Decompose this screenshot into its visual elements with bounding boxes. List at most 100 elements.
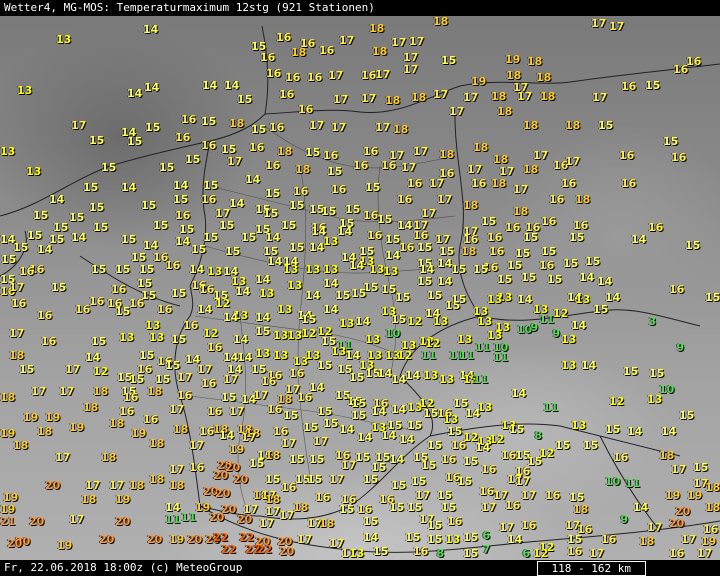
- station-temperature: 11: [421, 349, 437, 362]
- station-temperature: 15: [679, 409, 695, 422]
- station-temperature: 14: [627, 425, 643, 438]
- station-temperature: 17: [433, 88, 449, 101]
- station-temperature: 16: [165, 259, 181, 272]
- station-temperature: 13: [339, 317, 355, 330]
- station-temperature: 20: [7, 537, 23, 550]
- station-temperature: 16: [621, 177, 637, 190]
- station-temperature: 15: [427, 519, 443, 532]
- station-temperature: 15: [451, 263, 467, 276]
- station-temperature: 11: [493, 351, 509, 364]
- station-temperature: 16: [671, 151, 687, 164]
- station-temperature: 18: [411, 91, 427, 104]
- station-temperature: 16: [207, 341, 223, 354]
- map-viewport[interactable]: Wetter4, MG-MOS: Temperaturmaximum 12stg…: [0, 0, 720, 576]
- station-temperature: 17: [697, 547, 713, 560]
- station-temperature: 19: [0, 503, 16, 516]
- station-temperature: 17: [9, 281, 25, 294]
- station-temperature: 11: [181, 511, 197, 524]
- station-temperature: 16: [285, 71, 301, 84]
- station-temperature: 12: [203, 327, 219, 340]
- station-temperature: 14: [399, 433, 415, 446]
- station-temperature: 15: [417, 275, 433, 288]
- station-temperature: 16: [19, 265, 35, 278]
- station-temperature: 17: [481, 501, 497, 514]
- station-temperature: 17: [437, 193, 453, 206]
- station-temperature: 16: [399, 241, 415, 254]
- station-temperature: 18: [295, 163, 311, 176]
- station-temperature: 16: [451, 439, 467, 452]
- station-temperature: 16: [669, 283, 685, 296]
- station-temperature: 15: [1, 253, 17, 266]
- station-temperature: 16: [673, 63, 689, 76]
- station-temperature: 14: [229, 197, 245, 210]
- station-temperature: 6: [522, 547, 531, 560]
- station-temperature: 13: [259, 287, 275, 300]
- station-temperature: 16: [413, 545, 429, 558]
- station-temperature: 15: [473, 263, 489, 276]
- station-temperature: 17: [333, 93, 349, 106]
- station-temperature: 19: [69, 421, 85, 434]
- station-temperature: 14: [507, 533, 523, 546]
- station-temperature: 17: [375, 121, 391, 134]
- station-temperature: 18: [433, 15, 449, 28]
- header-bar: Wetter4, MG-MOS: Temperaturmaximum 12stg…: [0, 0, 720, 16]
- station-temperature: 11: [459, 349, 475, 362]
- station-temperature: 15: [335, 289, 351, 302]
- station-temperature: 16: [129, 297, 145, 310]
- station-temperature: 15: [598, 119, 614, 132]
- station-temperature: 16: [447, 515, 463, 528]
- station-temperature: 13: [119, 331, 135, 344]
- station-temperature: 20: [213, 469, 229, 482]
- station-temperature: 13: [305, 263, 321, 276]
- station-temperature: 17: [297, 533, 313, 546]
- station-temperature: 16: [207, 405, 223, 418]
- station-temperature: 15: [89, 134, 105, 147]
- station-temperature: 17: [309, 119, 325, 132]
- station-temperature: 12: [407, 315, 423, 328]
- station-temperature: 15: [221, 391, 237, 404]
- station-temperature: 15: [203, 179, 219, 192]
- station-temperature: 15: [555, 439, 571, 452]
- station-labels: 14 13 16 16 17 18 17 17 18 17 17 15 16 18 16 18 17 15 19 18…: [0, 0, 720, 576]
- station-temperature: 15: [265, 187, 281, 200]
- station-temperature: 16: [298, 103, 314, 116]
- station-temperature: 15: [141, 199, 157, 212]
- station-temperature: 16: [367, 229, 383, 242]
- station-temperature: 14: [245, 173, 261, 186]
- station-temperature: 15: [373, 545, 389, 558]
- station-temperature: 18: [463, 199, 479, 212]
- station-temperature: 16: [323, 149, 339, 162]
- station-temperature: 17: [463, 91, 479, 104]
- station-temperature: 18: [385, 94, 401, 107]
- station-temperature: 17: [31, 385, 47, 398]
- station-temperature: 16: [669, 547, 685, 560]
- station-temperature: 13: [445, 533, 461, 546]
- station-temperature: 15: [185, 153, 201, 166]
- station-temperature: 18: [461, 245, 477, 258]
- map-title: Wetter4, MG-MOS: Temperaturmaximum 12stg…: [4, 1, 375, 14]
- station-temperature: 17: [331, 121, 347, 134]
- station-temperature: 17: [589, 547, 605, 560]
- station-temperature: 13: [423, 369, 439, 382]
- station-temperature: 15: [323, 417, 339, 430]
- station-temperature: 19: [45, 411, 61, 424]
- station-temperature: 13: [487, 293, 503, 306]
- station-temperature: 15: [605, 423, 621, 436]
- station-temperature: 15: [693, 461, 709, 474]
- station-temperature: 14: [597, 275, 613, 288]
- station-temperature: 14: [437, 275, 453, 288]
- station-temperature: 14: [405, 369, 421, 382]
- station-temperature: 16: [41, 335, 57, 348]
- station-temperature: 18: [13, 439, 29, 452]
- station-temperature: 9: [530, 321, 539, 334]
- station-temperature: 20: [209, 511, 225, 524]
- station-temperature: 16: [561, 177, 577, 190]
- station-temperature: 14: [381, 429, 397, 442]
- station-temperature: 17: [169, 403, 185, 416]
- station-temperature: 15: [33, 209, 49, 222]
- station-temperature: 18: [149, 437, 165, 450]
- station-temperature: 15: [91, 263, 107, 276]
- station-temperature: 17: [592, 91, 608, 104]
- station-temperature: 15: [307, 473, 323, 486]
- station-temperature: 17: [449, 105, 465, 118]
